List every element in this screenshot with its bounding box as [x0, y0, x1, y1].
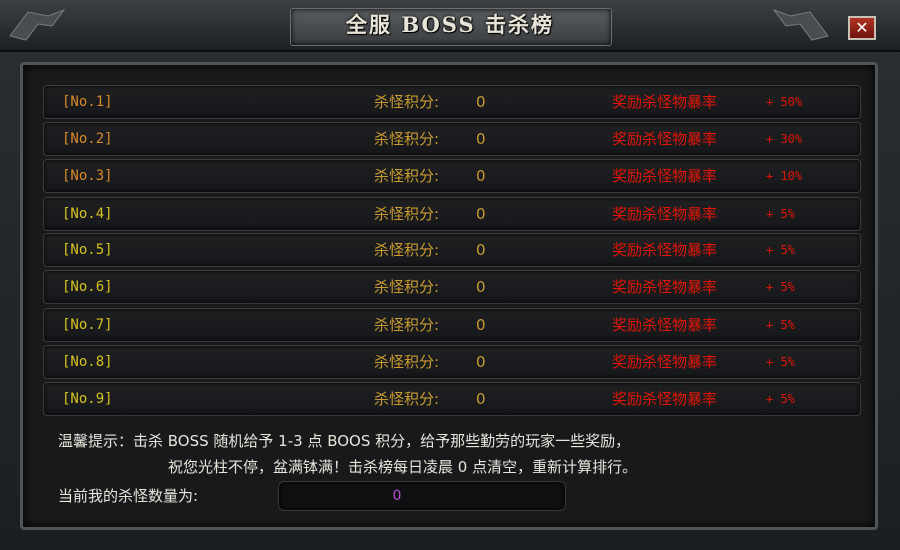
current-kill-field: 0 — [278, 481, 566, 511]
score-value: 0 — [476, 93, 486, 111]
rank-row: [No.7] 杀怪积分: 0 奖励杀怪物暴率 + 5% — [43, 308, 861, 342]
score-value: 0 — [476, 316, 486, 334]
reward-value: + 5% — [766, 392, 795, 406]
reward-value: + 5% — [766, 280, 795, 294]
tip-line-1: 温馨提示：击杀 BOSS 随机给予 1-3 点 BOOS 积分，给予那些勤劳的玩… — [58, 432, 631, 450]
current-kill-label: 当前我的杀怪数量为: — [58, 487, 199, 505]
reward-label: 奖励杀怪物暴率 — [612, 353, 718, 371]
rank-label: [No.3] — [62, 168, 113, 184]
rank-label: [No.4] — [62, 206, 113, 222]
rank-label: [No.7] — [62, 317, 113, 333]
score-label: 杀怪积分: — [374, 205, 440, 223]
reward-label: 奖励杀怪物暴率 — [612, 205, 718, 223]
reward-label: 奖励杀怪物暴率 — [612, 130, 718, 148]
score-value: 0 — [476, 167, 486, 185]
score-label: 杀怪积分: — [374, 241, 440, 259]
score-label: 杀怪积分: — [374, 390, 440, 408]
rank-row: [No.3] 杀怪积分: 0 奖励杀怪物暴率 + 10% — [43, 159, 861, 193]
rank-label: [No.2] — [62, 131, 113, 147]
reward-value: + 50% — [766, 95, 803, 109]
score-label: 杀怪积分: — [374, 130, 440, 148]
tip-line-2: 祝您光柱不停，盆满钵满！击杀榜每日凌晨 0 点清空，重新计算排行。 — [168, 458, 638, 476]
reward-label: 奖励杀怪物暴率 — [612, 390, 718, 408]
score-value: 0 — [476, 278, 486, 296]
score-value: 0 — [476, 241, 486, 259]
reward-label: 奖励杀怪物暴率 — [612, 278, 718, 296]
rank-label: [No.1] — [62, 94, 113, 110]
score-label: 杀怪积分: — [374, 353, 440, 371]
score-label: 杀怪积分: — [374, 278, 440, 296]
rank-row: [No.6] 杀怪积分: 0 奖励杀怪物暴率 + 5% — [43, 270, 861, 304]
reward-label: 奖励杀怪物暴率 — [612, 167, 718, 185]
rank-label: [No.8] — [62, 354, 113, 370]
reward-value: + 5% — [766, 207, 795, 221]
reward-label: 奖励杀怪物暴率 — [612, 241, 718, 259]
score-label: 杀怪积分: — [374, 316, 440, 334]
rank-row: [No.1] 杀怪积分: 0 奖励杀怪物暴率 + 50% — [43, 85, 861, 119]
reward-value: + 30% — [766, 132, 803, 146]
score-label: 杀怪积分: — [374, 167, 440, 185]
rank-label: [No.6] — [62, 279, 113, 295]
title-bar[interactable]: 全服 BOSS 击杀榜 ✕ — [0, 0, 900, 52]
reward-value: + 5% — [766, 355, 795, 369]
rank-row: [No.4] 杀怪积分: 0 奖励杀怪物暴率 + 5% — [43, 197, 861, 231]
reward-value: + 5% — [766, 318, 795, 332]
reward-value: + 10% — [766, 169, 803, 183]
reward-value: + 5% — [766, 243, 795, 257]
score-value: 0 — [476, 205, 486, 223]
rank-row: [No.8] 杀怪积分: 0 奖励杀怪物暴率 + 5% — [43, 345, 861, 379]
score-value: 0 — [476, 390, 486, 408]
current-kill-value: 0 — [392, 488, 402, 504]
rank-row: [No.5] 杀怪积分: 0 奖励杀怪物暴率 + 5% — [43, 233, 861, 267]
rank-row: [No.2] 杀怪积分: 0 奖励杀怪物暴率 + 30% — [43, 122, 861, 156]
score-label: 杀怪积分: — [374, 93, 440, 111]
score-value: 0 — [476, 353, 486, 371]
close-icon: ✕ — [855, 18, 869, 37]
rank-label: [No.5] — [62, 242, 113, 258]
reward-label: 奖励杀怪物暴率 — [612, 93, 718, 111]
ranking-list: [No.1] 杀怪积分: 0 奖励杀怪物暴率 + 50% [No.2] 杀怪积分… — [43, 79, 863, 417]
close-button[interactable]: ✕ — [848, 16, 876, 40]
reward-label: 奖励杀怪物暴率 — [612, 316, 718, 334]
boss-kill-ranking-window: 全服 BOSS 击杀榜 ✕ [No.1] 杀怪积分: 0 奖励杀怪物暴率 + 5… — [0, 0, 900, 550]
rank-label: [No.9] — [62, 391, 113, 407]
rank-row: [No.9] 杀怪积分: 0 奖励杀怪物暴率 + 5% — [43, 382, 861, 416]
window-title: 全服 BOSS 击杀榜 — [346, 12, 554, 37]
score-value: 0 — [476, 130, 486, 148]
